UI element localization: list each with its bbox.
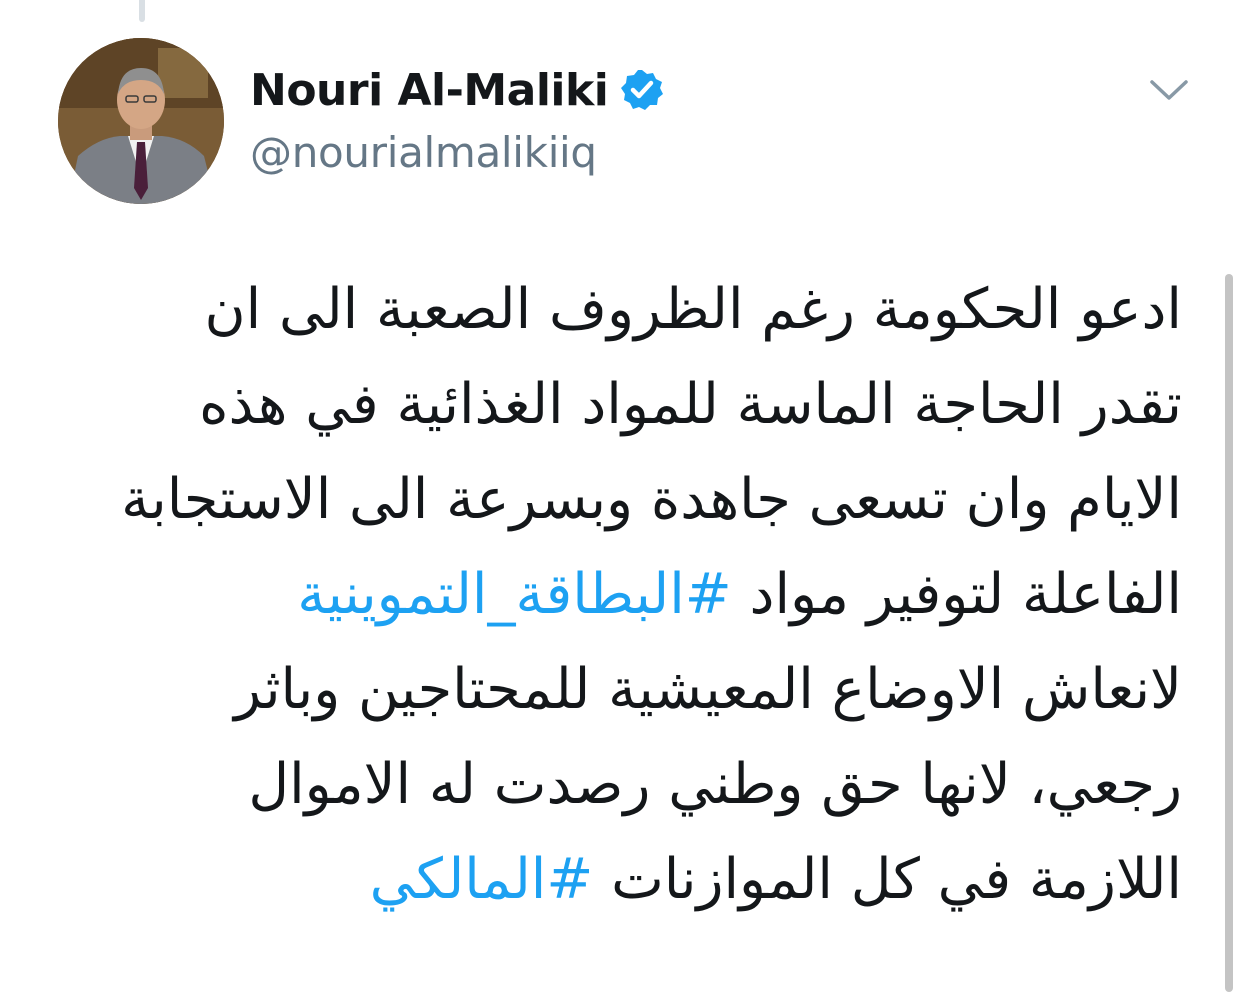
tweet-line-text: ادعو الحكومة رغم الظروف الصعبة الى ان bbox=[204, 277, 1182, 342]
tweet-line: رجعي، لانها حق وطني رصدت له الاموال bbox=[40, 737, 1182, 832]
scrollbar-thumb[interactable] bbox=[1225, 274, 1233, 992]
scrollbar[interactable] bbox=[1222, 274, 1236, 992]
verified-badge-icon bbox=[620, 68, 664, 112]
tweet-line-text: الايام وان تسعى جاهدة وبسرعة الى الاستجا… bbox=[121, 467, 1182, 532]
tweet-line-text: اللازمة في كل الموازنات bbox=[593, 847, 1182, 912]
tweet-line-text: تقدر الحاجة الماسة للمواد الغذائية في هذ… bbox=[199, 372, 1182, 437]
profile-photo bbox=[58, 38, 224, 204]
tweet-line: ادعو الحكومة رغم الظروف الصعبة الى ان bbox=[40, 262, 1182, 357]
author-name-row[interactable]: Nouri Al-Maliki bbox=[250, 60, 664, 120]
hashtag-link[interactable]: #البطاقة_التموينية bbox=[297, 562, 731, 627]
author-handle[interactable]: @nourialmalikiiq bbox=[250, 128, 664, 177]
hashtag-link[interactable]: #المالكي bbox=[370, 847, 594, 912]
tweet-line-text: الفاعلة لتوفير مواد bbox=[731, 562, 1182, 627]
tweet-line-text: لانعاش الاوضاع المعيشية للمحتاجين وباثر bbox=[234, 657, 1182, 722]
thread-connector-line bbox=[139, 0, 145, 22]
tweet-line: اللازمة في كل الموازنات #المالكي bbox=[40, 832, 1182, 927]
tweet-header: Nouri Al-Maliki @nourialmalikiiq bbox=[250, 60, 664, 177]
avatar[interactable] bbox=[58, 38, 224, 204]
author-display-name[interactable]: Nouri Al-Maliki bbox=[250, 65, 609, 116]
tweet-line: الايام وان تسعى جاهدة وبسرعة الى الاستجا… bbox=[40, 452, 1182, 547]
tweet-line: تقدر الحاجة الماسة للمواد الغذائية في هذ… bbox=[40, 357, 1182, 452]
tweet-text: ادعو الحكومة رغم الظروف الصعبة الى ان تق… bbox=[40, 262, 1182, 927]
chevron-down-icon[interactable] bbox=[1146, 72, 1192, 106]
tweet-line: لانعاش الاوضاع المعيشية للمحتاجين وباثر bbox=[40, 642, 1182, 737]
tweet-line: الفاعلة لتوفير مواد #البطاقة_التموينية bbox=[40, 547, 1182, 642]
tweet-line-text: رجعي، لانها حق وطني رصدت له الاموال bbox=[248, 752, 1182, 817]
